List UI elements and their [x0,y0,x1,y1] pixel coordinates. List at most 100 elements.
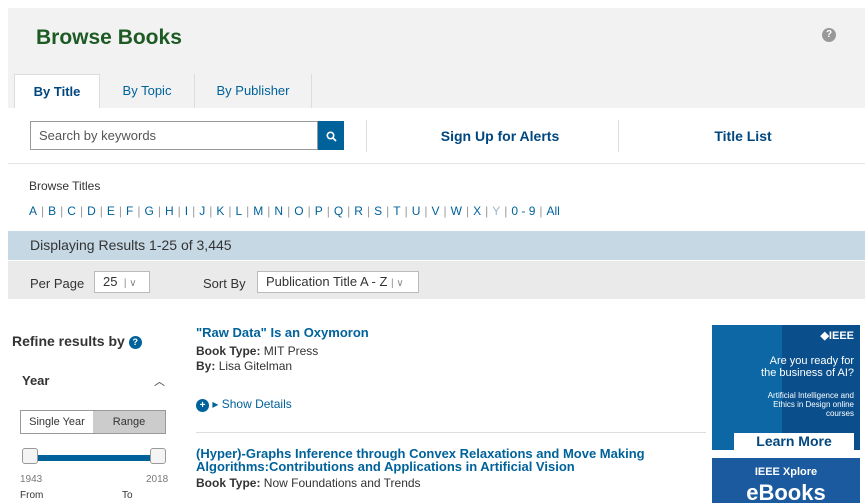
alpha-link-r[interactable]: R [354,204,363,218]
alpha-link-0-9[interactable]: 0 - 9 [511,204,535,218]
browse-tabs: By Title By Topic By Publisher [14,74,312,108]
caret-right-icon: ▸ [212,397,219,411]
separator: | [539,204,543,218]
book-type: Book Type: Now Foundations and Trends [196,476,645,491]
divider [196,432,706,433]
separator: | [79,204,84,218]
separator: | [209,204,213,218]
single-year-button[interactable]: Single Year [21,411,93,433]
alpha-link-d[interactable]: D [87,204,96,218]
book-authors: By: Lisa Gitelman [196,359,369,374]
separator: | [118,204,123,218]
separator: | [41,204,45,218]
chevron-up-icon[interactable]: ︿ [154,373,165,389]
search-button[interactable] [318,121,344,150]
alpha-link-k[interactable]: K [216,204,224,218]
separator: | [157,204,161,218]
separator: | [366,204,371,218]
alpha-link-p[interactable]: P [315,204,323,218]
alpha-link-m[interactable]: M [253,204,263,218]
list-item: "Raw Data" Is an Oxymoron Book Type: MIT… [196,326,369,374]
alpha-link-e[interactable]: E [107,204,115,218]
result-title-link[interactable]: "Raw Data" Is an Oxymoron [196,326,369,339]
year-slider-track[interactable] [26,455,162,461]
learn-more-button[interactable]: Learn More [734,433,854,450]
from-label: From [20,490,44,501]
help-icon[interactable]: ? [128,336,142,349]
search-input[interactable] [30,121,318,150]
ieee-logo: ◆IEEE [820,330,854,342]
alpha-link-c[interactable]: C [67,204,76,218]
separator: | [504,204,508,218]
refine-title-text: Refine results by [12,333,125,349]
alpha-link-j[interactable]: J [199,204,205,218]
alpha-link-all[interactable]: All [547,204,560,218]
separator: | [99,204,103,218]
year-slider-min-handle[interactable] [22,448,38,464]
tab-by-title[interactable]: By Title [14,74,100,108]
tab-by-publisher[interactable]: By Publisher [195,74,312,108]
year-facet-label[interactable]: Year [22,373,49,388]
help-icon[interactable]: ? [822,28,836,42]
by-label: By: [196,359,216,373]
min-year-label: 1943 [20,474,43,485]
year-slider-max-handle[interactable] [150,448,166,464]
per-page-select[interactable]: 25 | ∨ [94,271,150,293]
tab-by-topic[interactable]: By Topic [100,74,195,108]
alpha-link-f[interactable]: F [126,204,133,218]
divider [366,120,367,152]
per-page-label: Per Page [30,276,85,291]
alpha-link-t[interactable]: T [393,204,400,218]
alpha-link-h[interactable]: H [165,204,174,218]
alpha-link-s[interactable]: S [374,204,382,218]
list-item: (Hyper)-Graphs Inference through Convex … [196,447,645,491]
alpha-link-u[interactable]: U [412,204,421,218]
book-type-label: Book Type: [196,476,261,490]
sort-by-select[interactable]: Publication Title A - Z | ∨ [257,271,419,293]
book-type-value: Now Foundations and Trends [263,476,421,490]
show-details-button[interactable]: + ▸ Show Details [196,397,292,412]
separator: | [307,204,311,218]
browse-titles-label: Browse Titles [29,179,101,193]
book-type-value: MIT Press [263,344,319,358]
alpha-link-i[interactable]: I [185,204,188,218]
alpha-link-n[interactable]: N [274,204,283,218]
alpha-link-l[interactable]: L [235,204,242,218]
result-title-link[interactable]: (Hyper)-Graphs Inference through Convex … [196,447,645,473]
circuit-pattern [712,325,782,450]
ad-headline: Are you ready for the business of AI? [761,355,854,379]
ad2-big-text: eBooks [746,480,826,503]
separator: | [326,204,330,218]
max-year-label: 2018 [146,474,169,485]
alpha-link-v[interactable]: V [432,204,440,218]
separator: | [177,204,181,218]
alpha-link-b[interactable]: B [48,204,56,218]
separator: | [246,204,250,218]
toolbar: Sign Up for Alerts Title List [8,108,865,164]
separator: | [287,204,291,218]
alpha-link-q[interactable]: Q [334,204,343,218]
title-list-link[interactable]: Title List [648,128,838,144]
sign-up-alerts-link[interactable]: Sign Up for Alerts [400,128,600,144]
controls-band: Per Page 25 | ∨ Sort By Publication Titl… [8,261,865,299]
chevron-down-icon: | ∨ [391,278,404,289]
alpha-link-x[interactable]: X [473,204,481,218]
results-summary: Displaying Results 1-25 of 3,445 [30,237,232,253]
range-button[interactable]: Range [93,411,165,433]
year-mode-toggle: Single Year Range [20,410,166,434]
ai-course-ad[interactable]: ◆IEEE Are you ready for the business of … [712,325,860,450]
sort-by-value: Publication Title A - Z [266,274,388,289]
separator: | [404,204,408,218]
separator: | [60,204,64,218]
search-icon [325,131,337,142]
alpha-link-a[interactable]: A [29,204,37,218]
alpha-link-o[interactable]: O [294,204,303,218]
ebooks-ad[interactable]: IEEE Xplore eBooks [712,458,860,503]
separator: | [267,204,271,218]
alpha-link-g[interactable]: G [144,204,153,218]
ieee-brand-text: IEEE [828,330,854,342]
show-details-label: Show Details [221,397,292,411]
book-type: Book Type: MIT Press [196,344,369,359]
separator: | [485,204,489,218]
alpha-link-w[interactable]: W [451,204,462,218]
